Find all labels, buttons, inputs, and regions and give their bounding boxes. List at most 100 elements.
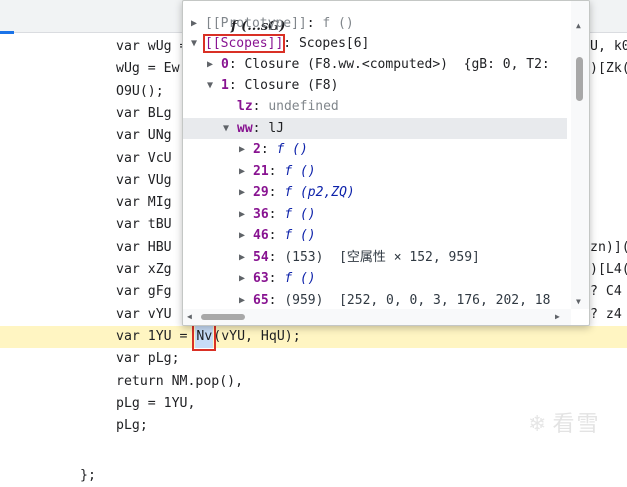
triangle-right-icon[interactable]: ▶	[239, 139, 251, 160]
scope-tree-separator: :	[268, 164, 285, 179]
scroll-right-icon[interactable]: ▶	[555, 312, 560, 321]
scope-tree-separator: :	[252, 99, 269, 114]
triangle-down-icon[interactable]: ▼	[207, 75, 219, 96]
scope-tree-key: lz	[237, 99, 253, 114]
code-line-overflow-text: U, k0	[590, 39, 627, 54]
code-line-overflow-text: )[L4(	[590, 262, 627, 277]
horizontal-scrollbar[interactable]: ◀ ▶	[183, 309, 571, 325]
scope-tree-key: [[Scopes]]	[202, 34, 286, 53]
scope-tree-row[interactable]: lz: undefined	[183, 96, 567, 117]
scope-tree-row[interactable]: ▶ 2: f ()	[183, 139, 567, 160]
code-line-text: var vYU	[116, 306, 172, 322]
triangle-right-icon[interactable]: ▶	[239, 204, 251, 225]
scope-tree-row[interactable]: ▶ 46: f ()	[183, 225, 567, 246]
code-line-overflow-text: zn)](	[590, 239, 627, 255]
scope-tree-separator: :	[228, 78, 245, 93]
triangle-right-icon[interactable]: ▶	[239, 225, 251, 246]
scope-tree-separator: :	[252, 121, 269, 136]
code-line-text: O9U();	[116, 83, 164, 99]
current-execution-line: var 1YU = Nv(vYU, HqU);	[0, 322, 627, 351]
highlight-line-suffix: (vYU, HqU);	[213, 328, 301, 344]
selected-token-nv[interactable]: Nv	[192, 322, 217, 351]
scroll-up-icon[interactable]: ▲	[576, 21, 581, 30]
code-line-text: return NM.pop(),	[116, 373, 244, 389]
scope-tree-row[interactable]: ▶ 29: f (p2,ZQ)	[183, 182, 567, 203]
scope-tree-row[interactable]: ▶ 65: (959) [252, 0, 0, 3, 176, 202, 18	[183, 290, 567, 311]
horizontal-scroll-thumb[interactable]	[201, 314, 245, 320]
scope-tree-key: 0	[221, 57, 229, 72]
scroll-down-icon[interactable]: ▼	[576, 297, 581, 306]
code-line-text: pLg;	[116, 418, 148, 434]
scope-tree-row[interactable]: ▼ ww: lJ	[183, 118, 567, 139]
scope-tree-row[interactable]: ▶ 0: Closure (F8.ww.<computed>) {gB: 0, T…	[183, 54, 567, 75]
scope-tree-key: 63	[253, 271, 269, 286]
snowflake-icon: ❄	[528, 412, 549, 437]
scope-tree-row[interactable]: ▶ 21: f ()	[183, 161, 567, 182]
scope-inspector-popover[interactable]: f (...sG) ▶ [[Prototype]]: f () ▼ [[Scopes]…	[182, 0, 590, 326]
code-line-text: var wUg =	[116, 39, 188, 54]
code-line-text: var VcU	[116, 150, 172, 166]
scope-tree-value: f ()	[284, 207, 316, 222]
scope-tree-value: f ()	[284, 228, 316, 243]
scope-tree-value: Scopes[6]	[298, 36, 370, 51]
code-line-text: wUg = Ew	[116, 61, 180, 77]
triangle-right-icon[interactable]: ▶	[207, 54, 219, 75]
scope-tree-key: 2	[253, 142, 261, 157]
triangle-right-icon[interactable]: ▶	[239, 161, 251, 182]
vertical-scrollbar[interactable]: ▲ ▼	[571, 1, 589, 309]
code-line-text: var HBU	[116, 239, 172, 255]
active-tab-indicator	[0, 31, 14, 34]
scope-tree-value: f ()	[284, 164, 316, 179]
scope-tree-value: Closure (F8)	[244, 78, 339, 93]
scope-tree-key: 46	[253, 228, 269, 243]
scope-tree-row[interactable]: ▼ 1: Closure (F8)	[183, 75, 567, 96]
triangle-right-icon[interactable]: ▶	[239, 247, 251, 268]
triangle-down-icon[interactable]: ▼	[191, 33, 203, 54]
watermark-text: 看雪	[552, 412, 601, 437]
scope-tree-separator: :	[268, 207, 285, 222]
scope-tree-row[interactable]: ▶ 63: f ()	[183, 268, 567, 289]
scope-tree-separator: :	[306, 16, 323, 31]
scope-tree-separator: :	[268, 185, 285, 200]
scroll-left-icon[interactable]: ◀	[187, 312, 192, 321]
closing-brace: };	[80, 468, 96, 483]
scope-tree-separator: :	[268, 250, 285, 265]
scope-tree-value: lJ	[268, 121, 284, 136]
triangle-down-icon[interactable]: ▼	[223, 118, 235, 139]
scope-tree-key: 65	[253, 293, 269, 308]
scope-tree-key: 36	[253, 207, 269, 222]
triangle-right-icon[interactable]: ▶	[191, 13, 203, 34]
triangle-right-icon[interactable]: ▶	[239, 290, 251, 311]
scope-tree-key: 29	[253, 185, 269, 200]
highlight-line-text: var 1YU = Nv(vYU, HqU);	[116, 322, 301, 351]
triangle-right-icon[interactable]: ▶	[239, 268, 251, 289]
scope-tree-value: (959) [252, 0, 0, 3, 176, 202, 18	[284, 293, 551, 308]
scope-tree-row[interactable]: ▶ 36: f ()	[183, 204, 567, 225]
scope-tree-separator: :	[268, 293, 285, 308]
scope-tree-key: 1	[221, 78, 229, 93]
scope-tree-value: Closure (F8.ww.<computed>) {gB: 0, T2:	[244, 57, 550, 72]
code-line-overflow-text: )[Zk(	[590, 61, 627, 77]
scope-tree-separator: :	[268, 271, 285, 286]
scope-tree-value: undefined	[268, 99, 339, 114]
scope-tree-value: f (p2,ZQ)	[284, 185, 355, 200]
triangle-right-icon[interactable]: ▶	[239, 182, 251, 203]
scope-tree-value: f ()	[322, 16, 354, 31]
code-line-text: var gFg	[116, 284, 172, 300]
scope-tree-row[interactable]: ▼ [[Scopes]]: Scopes[6]	[183, 33, 567, 54]
code-line: return NM.pop(),	[0, 371, 627, 393]
code-line-text: var BLg	[116, 105, 172, 121]
scope-tree-row[interactable]: ▶ [[Prototype]]: f ()	[183, 13, 567, 34]
scope-tree-separator: :	[268, 228, 285, 243]
code-line-overflow-text: ? z4	[590, 306, 622, 322]
code-line-text: var UNg	[116, 128, 172, 144]
vertical-scroll-thumb[interactable]	[576, 57, 583, 101]
scope-tree-value: (153) [空属性 × 152, 959]	[284, 250, 480, 265]
scope-tree-row[interactable]: ▶ 54: (153) [空属性 × 152, 959]	[183, 247, 567, 268]
scope-tree-separator: :	[228, 57, 245, 72]
scope-tree-key: ww	[237, 121, 253, 136]
code-line-text: var xZg	[116, 262, 172, 277]
code-line-overflow-text: ? C4	[590, 284, 622, 300]
scope-tree-key: [[Prototype]]	[205, 16, 307, 31]
highlight-line-prefix: var 1YU =	[116, 328, 196, 344]
